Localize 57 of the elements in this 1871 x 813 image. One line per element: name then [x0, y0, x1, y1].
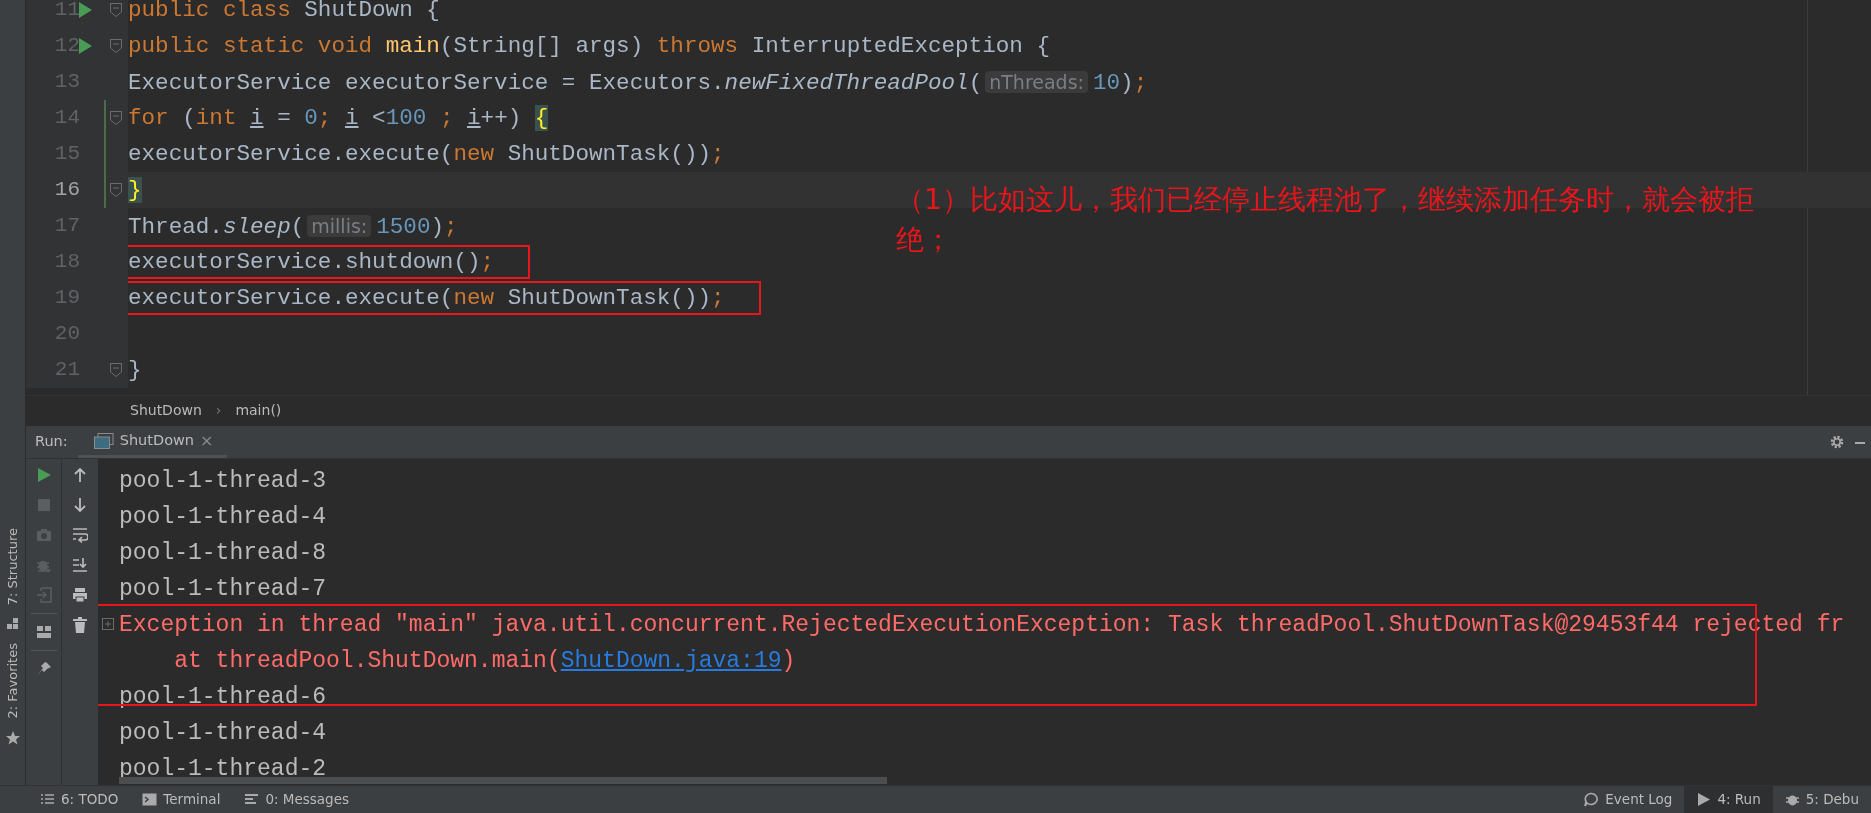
layout-icon[interactable] [35, 624, 52, 640]
tool-window-tab[interactable]: 7: Structure [2, 528, 23, 606]
tool-window-button[interactable]: 4: Run [1684, 786, 1773, 813]
trash-icon[interactable] [72, 617, 88, 633]
messages-icon [244, 792, 260, 807]
fold-icon[interactable] [110, 183, 122, 197]
settings-icon[interactable] [1829, 434, 1845, 450]
line-number: 16 [53, 177, 80, 204]
code-line: Thread.sleep( millis: 1500); [128, 212, 458, 242]
output-line: pool-1-thread-7 [119, 575, 327, 604]
console-icon [93, 432, 114, 449]
code-line: public class ShutDown { [128, 0, 440, 25]
tool-window-button[interactable]: Terminal [130, 786, 233, 813]
code-line: ExecutorService executorService = Executors.newFixedThreadPool( nThreads: 10); [128, 68, 1148, 98]
soft-wrap-icon[interactable] [72, 527, 88, 543]
run-icon[interactable] [78, 2, 92, 18]
tool-window-button[interactable]: 0: Messages [232, 786, 362, 813]
output-line: pool-1-thread-2 [119, 755, 327, 784]
output-line: pool-1-thread-6 [119, 683, 327, 712]
run-icon [1696, 792, 1712, 807]
output-line: pool-1-thread-8 [119, 539, 327, 568]
code-line: executorService.execute(new ShutDownTask()); [128, 140, 725, 169]
error-output-line: at threadPool.ShutDown.main(ShutDown.java:19) [173, 647, 796, 676]
tool-window-tab[interactable]: 2: Favorites [2, 643, 23, 719]
run-icon[interactable] [78, 38, 92, 54]
todo-list-icon [40, 792, 55, 807]
breadcrumb-item[interactable]: main() [235, 400, 282, 421]
code-line: } [128, 356, 142, 385]
down-arrow-icon[interactable] [72, 497, 88, 513]
structure-icon[interactable] [5, 617, 20, 632]
panel-label: Run: [34, 432, 69, 452]
scroll-to-end-icon[interactable] [72, 557, 88, 573]
breadcrumb-separator: › [215, 401, 222, 420]
breadcrumb-item[interactable]: ShutDown [130, 400, 202, 421]
star-icon[interactable] [5, 731, 20, 745]
code-line: for (int i = 0; i <100 ; i++) { [128, 104, 549, 133]
speech-bubble-icon [1584, 792, 1600, 807]
close-icon[interactable]: × [200, 428, 214, 453]
output-line: pool-1-thread-4 [119, 503, 327, 532]
scrollbar[interactable] [119, 777, 887, 784]
fold-icon[interactable] [110, 3, 122, 17]
output-line: pool-1-thread-4 [119, 719, 327, 748]
fold-icon[interactable] [110, 111, 122, 125]
run-icon[interactable] [35, 467, 52, 483]
tool-window-button[interactable]: 5: Debu [1772, 786, 1871, 813]
output-line: pool-1-thread-3 [119, 467, 327, 496]
print-icon[interactable] [72, 587, 88, 603]
expand-icon[interactable] [102, 618, 114, 630]
source-link[interactable]: ShutDown.java:19 [560, 648, 782, 674]
fold-icon[interactable] [110, 363, 122, 377]
fold-icon[interactable] [110, 39, 122, 53]
up-arrow-icon[interactable] [72, 467, 88, 483]
code-line: public static void main(String[] args) throws InterruptedException { [128, 32, 1050, 61]
tool-window-button[interactable]: 6: TODO [28, 786, 131, 813]
tool-window-button[interactable]: Event Log [1572, 786, 1685, 813]
annotation-text: （1）比如这儿，我们已经停止线程池了，继续添加任务时，就会被拒绝； [896, 182, 1755, 258]
terminal-icon [142, 792, 158, 807]
